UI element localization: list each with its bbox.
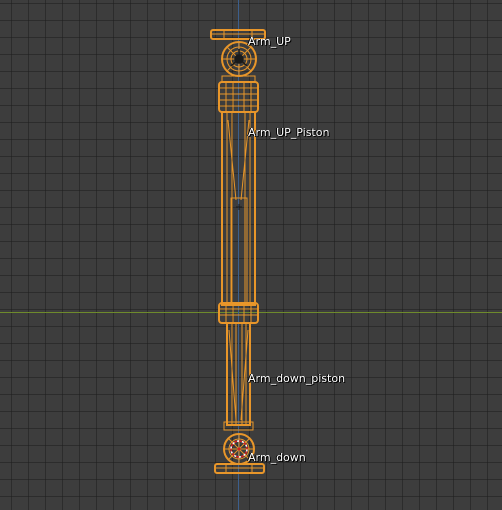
arm-up-origin-icon[interactable] bbox=[230, 49, 248, 67]
object-label-arm-up-piston: Arm_UP_Piston bbox=[248, 126, 330, 139]
piston-origin-icon bbox=[236, 204, 242, 210]
object-label-arm-down: Arm_down bbox=[248, 451, 306, 464]
arm-up-piston-mesh[interactable] bbox=[218, 81, 259, 324]
piston-rig-wireframe[interactable] bbox=[0, 0, 502, 510]
object-label-arm-down-piston: Arm_down_piston bbox=[248, 372, 346, 385]
3d-viewport[interactable]: Arm_UP Arm_UP_Piston Arm_down_piston Arm… bbox=[0, 0, 502, 510]
object-label-arm-up: Arm_UP bbox=[248, 35, 291, 48]
